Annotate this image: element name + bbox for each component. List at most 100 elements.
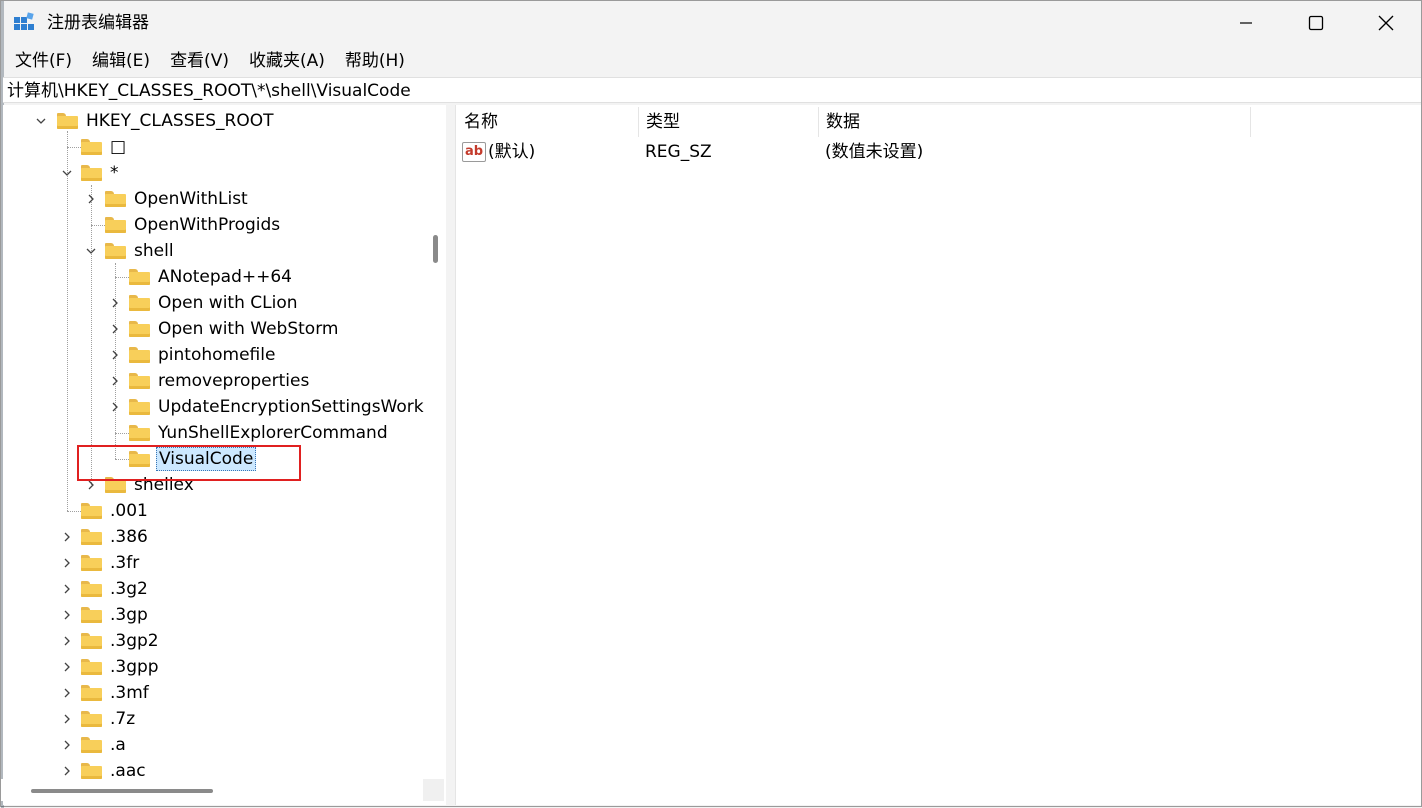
- regedit-icon: [13, 12, 35, 34]
- tree-node[interactable]: □: [81, 134, 128, 160]
- column-separator[interactable]: [1250, 107, 1251, 137]
- minimize-button[interactable]: [1211, 1, 1281, 45]
- menu-help[interactable]: 帮助(H): [335, 46, 415, 76]
- tree-node[interactable]: .001: [81, 498, 150, 524]
- tree-node[interactable]: .3gp: [64, 602, 150, 628]
- tree-node[interactable]: .3gp2: [64, 628, 161, 654]
- chevron-right-icon[interactable]: [109, 297, 121, 309]
- tree-node-label: YunShellExplorerCommand: [158, 423, 388, 443]
- column-header-name[interactable]: 名称: [456, 105, 638, 139]
- folder-icon: [81, 685, 102, 701]
- chevron-right-icon[interactable]: [61, 635, 73, 647]
- chevron-right-icon[interactable]: [109, 349, 121, 361]
- folder-icon: [105, 243, 126, 259]
- chevron-right-icon[interactable]: [61, 557, 73, 569]
- tree-node-label: shell: [134, 241, 174, 261]
- menu-file[interactable]: 文件(F): [5, 46, 82, 76]
- tree-node-label: .3gp: [110, 605, 148, 625]
- tree-node-label: .3g2: [110, 579, 148, 599]
- chevron-right-icon[interactable]: [109, 375, 121, 387]
- tree-guide-line: [67, 147, 81, 148]
- tree-guide-line: [67, 131, 68, 511]
- folder-icon: [81, 607, 102, 623]
- folder-icon: [105, 191, 126, 207]
- tree-node-label: Open with WebStorm: [158, 319, 339, 339]
- folder-icon: [81, 711, 102, 727]
- tree-node[interactable]: .3fr: [64, 550, 141, 576]
- chevron-right-icon[interactable]: [85, 193, 97, 205]
- tree-node[interactable]: OpenWithList: [88, 186, 250, 212]
- horizontal-scrollbar-thumb[interactable]: [31, 789, 213, 793]
- menu-view[interactable]: 查看(V): [160, 46, 239, 76]
- maximize-icon: [1308, 15, 1324, 31]
- tree-node[interactable]: .a: [64, 732, 128, 758]
- close-icon: [1378, 15, 1394, 31]
- annotation-highlight-box: [77, 445, 301, 481]
- value-row[interactable]: ab (默认) REG_SZ (数值未设置): [456, 139, 1421, 165]
- tree-node-root[interactable]: HKEY_CLASSES_ROOT: [35, 108, 276, 134]
- chevron-right-icon[interactable]: [109, 401, 121, 413]
- folder-icon: [81, 529, 102, 545]
- folder-icon: [129, 269, 150, 285]
- tree-node-label: .001: [110, 501, 148, 521]
- values-list[interactable]: 名称 类型 数据 ab (默认) REG_SZ (数值未设置): [455, 105, 1421, 805]
- chevron-down-icon[interactable]: [85, 245, 97, 257]
- column-header-type[interactable]: 类型: [638, 105, 818, 139]
- folder-icon: [81, 633, 102, 649]
- chevron-right-icon[interactable]: [61, 739, 73, 751]
- chevron-right-icon[interactable]: [61, 765, 73, 777]
- tree-node-label: .a: [110, 735, 126, 755]
- maximize-button[interactable]: [1281, 1, 1351, 45]
- tree-node[interactable]: ANotepad++64: [129, 264, 294, 290]
- tree-node-label: *: [110, 163, 119, 183]
- folder-icon: [129, 399, 150, 415]
- chevron-down-icon[interactable]: [35, 115, 47, 127]
- folder-icon: [57, 113, 78, 129]
- pane-splitter[interactable]: [446, 105, 455, 805]
- tree-node[interactable]: UpdateEncryptionSettingsWork: [112, 394, 426, 420]
- tree-node-label: Open with CLion: [158, 293, 298, 313]
- tree-node[interactable]: .386: [64, 524, 150, 550]
- address-bar[interactable]: 计算机\HKEY_CLASSES_ROOT\*\shell\VisualCode: [3, 77, 1421, 103]
- close-button[interactable]: [1351, 1, 1421, 45]
- tree-node[interactable]: pintohomefile: [112, 342, 277, 368]
- folder-icon: [81, 763, 102, 779]
- tree-node[interactable]: OpenWithProgids: [105, 212, 282, 238]
- tree-node[interactable]: shell: [86, 238, 176, 264]
- folder-icon: [81, 503, 102, 519]
- folder-icon: [105, 217, 126, 233]
- tree-node-label: OpenWithList: [134, 189, 248, 209]
- menu-bar: 文件(F) 编辑(E) 查看(V) 收藏夹(A) 帮助(H): [1, 45, 1421, 77]
- tree-node[interactable]: .3mf: [64, 680, 151, 706]
- chevron-down-icon[interactable]: [61, 167, 73, 179]
- folder-icon: [129, 373, 150, 389]
- chevron-right-icon[interactable]: [61, 713, 73, 725]
- vertical-scrollbar-thumb[interactable]: [433, 235, 438, 263]
- tree-node[interactable]: .7z: [64, 706, 137, 732]
- regedit-window: 注册表编辑器 文件(F) 编辑(E) 查看(V) 收藏夹(A) 帮助(H) 计算…: [0, 0, 1422, 808]
- chevron-right-icon[interactable]: [61, 583, 73, 595]
- tree-node[interactable]: Open with WebStorm: [112, 316, 340, 342]
- column-header-data[interactable]: 数据: [818, 105, 1250, 139]
- tree-node[interactable]: YunShellExplorerCommand: [129, 420, 390, 446]
- value-type: REG_SZ: [645, 142, 712, 162]
- title-bar[interactable]: 注册表编辑器: [1, 1, 1421, 45]
- menu-favorites[interactable]: 收藏夹(A): [239, 46, 335, 76]
- tree-guide-line: [115, 263, 116, 459]
- menu-edit[interactable]: 编辑(E): [82, 46, 160, 76]
- tree-node[interactable]: *: [62, 160, 121, 186]
- chevron-right-icon[interactable]: [61, 661, 73, 673]
- chevron-right-icon[interactable]: [61, 531, 73, 543]
- tree-guide-line: [91, 185, 92, 485]
- tree-node-label: .3mf: [110, 683, 149, 703]
- value-data: (数值未设置): [825, 142, 924, 162]
- tree-node[interactable]: Open with CLion: [112, 290, 300, 316]
- tree-node[interactable]: removeproperties: [112, 368, 311, 394]
- chevron-right-icon[interactable]: [109, 323, 121, 335]
- tree-node[interactable]: .3g2: [64, 576, 150, 602]
- tree-node-label: OpenWithProgids: [134, 215, 281, 235]
- chevron-right-icon[interactable]: [61, 609, 73, 621]
- chevron-right-icon[interactable]: [61, 687, 73, 699]
- tree-guide-line: [67, 511, 81, 512]
- tree-node[interactable]: .3gpp: [64, 654, 161, 680]
